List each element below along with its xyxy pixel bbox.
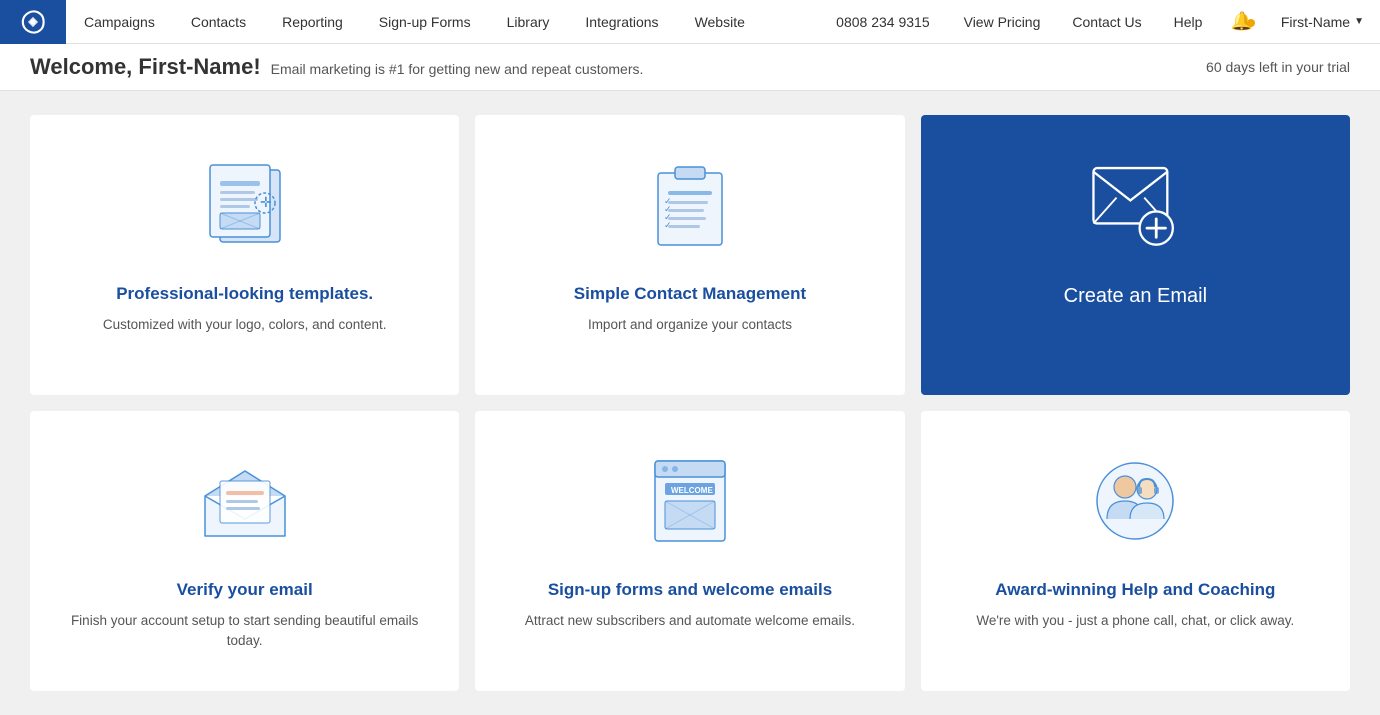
- templates-title: Professional-looking templates.: [116, 283, 373, 305]
- signup-forms-desc: Attract new subscribers and automate wel…: [525, 611, 855, 631]
- nav-contacts[interactable]: Contacts: [173, 0, 264, 43]
- create-email-icon: [1075, 145, 1195, 265]
- nav-links: Campaigns Contacts Reporting Sign-up For…: [66, 0, 818, 43]
- svg-text:✓: ✓: [664, 220, 672, 230]
- contacts-icon: ✓ ✓ ✓ ✓: [630, 145, 750, 265]
- help-coaching-desc: We're with you - just a phone call, chat…: [976, 611, 1294, 631]
- welcome-bar: Welcome, First-Name! Email marketing is …: [0, 44, 1380, 91]
- help-coaching-title: Award-winning Help and Coaching: [995, 579, 1275, 601]
- welcome-subtitle: Email marketing is #1 for getting new an…: [271, 61, 644, 77]
- user-menu[interactable]: First-Name ▼: [1265, 0, 1380, 43]
- svg-text:WELCOME: WELCOME: [671, 486, 713, 495]
- notifications-bell[interactable]: 🔔: [1218, 11, 1264, 32]
- view-pricing-link[interactable]: View Pricing: [948, 0, 1057, 43]
- trial-days: 60 days left in your trial: [1206, 59, 1350, 75]
- user-name: First-Name: [1281, 14, 1350, 30]
- nav-signup-forms[interactable]: Sign-up Forms: [361, 0, 489, 43]
- create-email-title: Create an Email: [1064, 283, 1207, 309]
- verify-email-desc: Finish your account setup to start sendi…: [60, 611, 429, 652]
- welcome-name: Welcome, First-Name!: [30, 54, 261, 79]
- nav-right: 0808 234 9315 View Pricing Contact Us He…: [818, 0, 1380, 43]
- notification-dot: [1247, 19, 1255, 27]
- card-templates: ✛ Professional-looking templates. Custom…: [30, 115, 459, 395]
- nav-integrations[interactable]: Integrations: [567, 0, 676, 43]
- templates-icon: ✛: [185, 145, 305, 265]
- phone-number: 0808 234 9315: [818, 14, 947, 30]
- chevron-down-icon: ▼: [1354, 16, 1364, 27]
- verify-email-title: Verify your email: [177, 579, 313, 601]
- logo[interactable]: [0, 0, 66, 44]
- contact-us-link[interactable]: Contact Us: [1056, 0, 1157, 43]
- signup-forms-title: Sign-up forms and welcome emails: [548, 579, 832, 601]
- svg-text:✛: ✛: [260, 194, 272, 210]
- card-verify-email: Verify your email Finish your account se…: [30, 411, 459, 691]
- nav-campaigns[interactable]: Campaigns: [66, 0, 173, 43]
- main-content: ✛ Professional-looking templates. Custom…: [0, 91, 1380, 715]
- signup-forms-icon: WELCOME: [630, 441, 750, 561]
- verify-email-icon: [185, 441, 305, 561]
- contacts-title: Simple Contact Management: [574, 283, 806, 305]
- card-contacts: ✓ ✓ ✓ ✓ Simple Contact Management Import…: [475, 115, 904, 395]
- help-link[interactable]: Help: [1158, 14, 1219, 30]
- card-help-coaching: Award-winning Help and Coaching We're wi…: [921, 411, 1350, 691]
- card-create-email[interactable]: Create an Email: [921, 115, 1350, 395]
- card-signup-forms: WELCOME Sign-up forms and welcome emails…: [475, 411, 904, 691]
- help-coaching-icon: [1075, 441, 1195, 561]
- nav-library[interactable]: Library: [489, 0, 568, 43]
- templates-desc: Customized with your logo, colors, and c…: [103, 315, 387, 335]
- contacts-desc: Import and organize your contacts: [588, 315, 792, 335]
- nav-reporting[interactable]: Reporting: [264, 0, 361, 43]
- cards-row-2: Verify your email Finish your account se…: [30, 411, 1350, 691]
- navbar: Campaigns Contacts Reporting Sign-up For…: [0, 0, 1380, 44]
- cards-row-1: ✛ Professional-looking templates. Custom…: [30, 115, 1350, 395]
- welcome-heading: Welcome, First-Name!: [30, 54, 261, 80]
- nav-website[interactable]: Website: [677, 0, 763, 43]
